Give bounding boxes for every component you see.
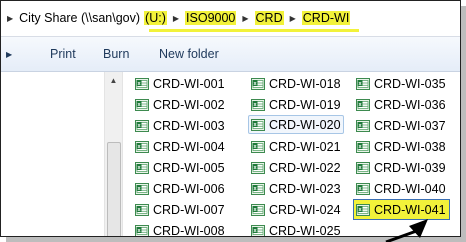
file-item[interactable]: x CRD-WI-023 bbox=[251, 179, 341, 198]
excel-file-icon: x bbox=[135, 140, 149, 153]
breadcrumb-drive[interactable]: (U:) bbox=[144, 11, 167, 25]
file-item[interactable]: x CRD-WI-020 bbox=[248, 115, 344, 134]
excel-file-icon: x bbox=[251, 98, 265, 111]
excel-file-icon: x bbox=[251, 140, 265, 153]
file-name: CRD-WI-005 bbox=[153, 160, 225, 175]
file-name: CRD-WI-018 bbox=[269, 76, 341, 91]
file-name: CRD-WI-007 bbox=[153, 202, 225, 217]
file-name: CRD-WI-003 bbox=[153, 118, 225, 133]
excel-file-icon: x bbox=[356, 140, 370, 153]
breadcrumb-crd[interactable]: CRD bbox=[254, 11, 284, 25]
file-name: CRD-WI-024 bbox=[269, 202, 341, 217]
excel-file-icon: x bbox=[135, 119, 149, 132]
file-name: CRD-WI-041 bbox=[374, 202, 446, 217]
file-name: CRD-WI-001 bbox=[153, 76, 225, 91]
file-item[interactable]: x CRD-WI-004 bbox=[135, 137, 225, 156]
excel-file-icon: x bbox=[135, 203, 149, 216]
file-name: CRD-WI-021 bbox=[269, 139, 341, 154]
excel-file-icon: x bbox=[356, 182, 370, 195]
breadcrumb-root[interactable]: City Share (\\san\gov) bbox=[19, 11, 140, 25]
window-shadow-bottom bbox=[6, 237, 466, 242]
file-item[interactable]: x CRD-WI-007 bbox=[135, 200, 225, 219]
file-name: CRD-WI-006 bbox=[153, 181, 225, 196]
file-name: CRD-WI-023 bbox=[269, 181, 341, 196]
file-item[interactable]: x CRD-WI-022 bbox=[251, 158, 341, 177]
file-item[interactable]: x CRD-WI-018 bbox=[251, 74, 341, 93]
print-button[interactable]: Print bbox=[50, 47, 76, 61]
file-item[interactable]: x CRD-WI-008 bbox=[135, 221, 225, 237]
chevron-right-icon[interactable]: ▶ bbox=[290, 14, 296, 23]
file-item[interactable]: x CRD-WI-025 bbox=[251, 221, 341, 237]
file-name: CRD-WI-008 bbox=[153, 223, 225, 237]
file-item[interactable]: x CRD-WI-039 bbox=[356, 158, 446, 177]
file-item[interactable]: x CRD-WI-002 bbox=[135, 95, 225, 114]
explorer-window: ▶ City Share (\\san\gov) (U:) ▶ ISO9000 … bbox=[0, 0, 461, 237]
scroll-thumb[interactable] bbox=[107, 142, 121, 236]
excel-file-icon: x bbox=[356, 77, 370, 90]
excel-file-icon: x bbox=[251, 118, 265, 131]
breadcrumb: ▶ City Share (\\san\gov) (U:) ▶ ISO9000 … bbox=[5, 11, 351, 25]
file-name: CRD-WI-022 bbox=[269, 160, 341, 175]
file-item[interactable]: x CRD-WI-019 bbox=[251, 95, 341, 114]
file-item[interactable]: x CRD-WI-005 bbox=[135, 158, 225, 177]
address-bar[interactable]: ▶ City Share (\\san\gov) (U:) ▶ ISO9000 … bbox=[1, 1, 460, 37]
file-item[interactable]: x CRD-WI-040 bbox=[356, 179, 446, 198]
file-item[interactable]: x CRD-WI-041 bbox=[353, 199, 450, 220]
navigation-pane[interactable] bbox=[1, 72, 104, 236]
excel-file-icon: x bbox=[135, 98, 149, 111]
highlight-marker bbox=[149, 29, 359, 32]
file-item[interactable]: x CRD-WI-036 bbox=[356, 95, 446, 114]
file-name: CRD-WI-020 bbox=[269, 117, 341, 132]
file-name: CRD-WI-035 bbox=[374, 76, 446, 91]
breadcrumb-crd-wi[interactable]: CRD-WI bbox=[301, 11, 351, 25]
command-bar: ▶ Print Burn New folder bbox=[1, 37, 460, 72]
excel-file-icon: x bbox=[135, 77, 149, 90]
excel-file-icon: x bbox=[135, 182, 149, 195]
excel-file-icon: x bbox=[356, 98, 370, 111]
file-name: CRD-WI-004 bbox=[153, 139, 225, 154]
new-folder-button[interactable]: New folder bbox=[159, 47, 219, 61]
excel-file-icon: x bbox=[251, 161, 265, 174]
burn-button[interactable]: Burn bbox=[103, 47, 129, 61]
excel-file-icon: x bbox=[356, 161, 370, 174]
chevron-right-icon[interactable]: ▶ bbox=[242, 14, 248, 23]
excel-file-icon: x bbox=[251, 203, 265, 216]
file-item[interactable]: x CRD-WI-024 bbox=[251, 200, 341, 219]
file-item[interactable]: x CRD-WI-035 bbox=[356, 74, 446, 93]
excel-file-icon: x bbox=[356, 119, 370, 132]
file-item[interactable]: x CRD-WI-001 bbox=[135, 74, 225, 93]
file-item[interactable]: x CRD-WI-038 bbox=[356, 137, 446, 156]
window-shadow-right bbox=[461, 6, 466, 242]
file-name: CRD-WI-040 bbox=[374, 181, 446, 196]
file-name: CRD-WI-038 bbox=[374, 139, 446, 154]
excel-file-icon: x bbox=[356, 203, 370, 216]
chevron-right-icon[interactable]: ▶ bbox=[173, 14, 179, 23]
file-item[interactable]: x CRD-WI-003 bbox=[135, 116, 225, 135]
file-name: CRD-WI-019 bbox=[269, 97, 341, 112]
chevron-right-icon[interactable]: ▶ bbox=[7, 14, 13, 23]
breadcrumb-iso9000[interactable]: ISO9000 bbox=[185, 11, 237, 25]
chevron-right-icon[interactable]: ▶ bbox=[6, 50, 12, 59]
file-item[interactable]: x CRD-WI-006 bbox=[135, 179, 225, 198]
file-item[interactable]: x CRD-WI-021 bbox=[251, 137, 341, 156]
file-name: CRD-WI-002 bbox=[153, 97, 225, 112]
file-name: CRD-WI-025 bbox=[269, 223, 341, 237]
file-item[interactable]: x CRD-WI-037 bbox=[356, 116, 446, 135]
scroll-up-icon[interactable]: ▲ bbox=[105, 76, 122, 85]
excel-file-icon: x bbox=[251, 224, 265, 236]
excel-file-icon: x bbox=[251, 182, 265, 195]
file-name: CRD-WI-039 bbox=[374, 160, 446, 175]
file-list: x CRD-WI-001 x CRD-WI-002 x CRD-WI-003 x CRD-WI… bbox=[121, 72, 460, 237]
excel-file-icon: x bbox=[251, 77, 265, 90]
file-name: CRD-WI-037 bbox=[374, 118, 446, 133]
file-name: CRD-WI-036 bbox=[374, 97, 446, 112]
excel-file-icon: x bbox=[135, 161, 149, 174]
excel-file-icon: x bbox=[135, 224, 149, 236]
